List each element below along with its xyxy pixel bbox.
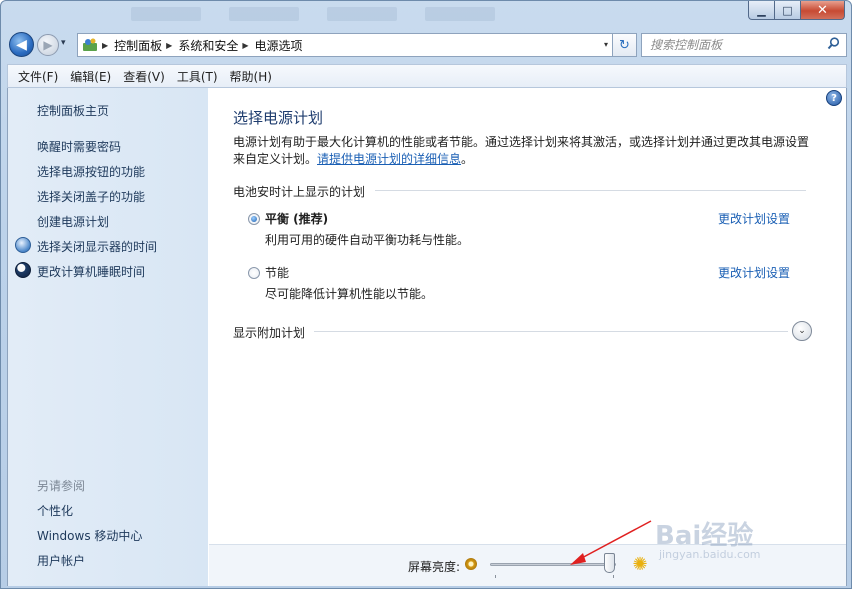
page-description: 电源计划有助于最大化计算机的性能或者节能。通过选择计划来将其激活，或选择计划并通… — [233, 134, 818, 168]
window-frame: ▁ □ ✕ ◀ ▶ ▾ ▶ 控制面板 ▶ 系统和安全 ▶ 电源选项 ▾ ↻ 搜索… — [0, 0, 852, 589]
sidebar-link-user-accounts[interactable]: 用户帐户 — [37, 552, 85, 569]
brightness-low-icon — [465, 558, 477, 570]
address-dropdown-icon[interactable]: ▾ — [604, 40, 608, 49]
watermark-logo: Bai经验 — [655, 521, 754, 551]
sleep-moon-icon — [15, 262, 31, 278]
menu-tools[interactable]: 工具(T) — [171, 68, 224, 85]
battery-plans-heading: 电池安时计上显示的计划 — [233, 185, 366, 199]
back-button[interactable]: ◀ — [9, 32, 34, 57]
see-also-heading: 另请参阅 — [37, 479, 86, 493]
breadcrumb-arrow-icon[interactable]: ▶ — [166, 41, 172, 50]
additional-plans-heading[interactable]: 显示附加计划 — [233, 324, 305, 341]
slider-tick — [613, 575, 614, 578]
sidebar-link-wake-password[interactable]: 唤醒时需要密码 — [37, 138, 121, 155]
menu-bar: 文件(F) 编辑(E) 查看(V) 工具(T) 帮助(H) — [7, 64, 847, 88]
radio-power-saver[interactable] — [248, 267, 260, 279]
taskbar-ghosts — [131, 7, 495, 25]
title-bar: ▁ □ ✕ — [1, 1, 851, 29]
breadcrumb-control-panel[interactable]: 控制面板 — [114, 37, 162, 54]
sidebar-link-power-button[interactable]: 选择电源按钮的功能 — [37, 163, 145, 180]
breadcrumb-system-security[interactable]: 系统和安全 — [178, 37, 238, 54]
divider — [375, 190, 806, 191]
plan-name-balanced[interactable]: 平衡 (推荐) — [265, 210, 328, 227]
address-bar[interactable]: ▶ 控制面板 ▶ 系统和安全 ▶ 电源选项 ▾ — [77, 33, 613, 57]
sidebar-link-mobility-center[interactable]: Windows 移动中心 — [37, 527, 142, 544]
maximize-button[interactable]: □ — [775, 1, 801, 20]
navigation-bar: ◀ ▶ ▾ ▶ 控制面板 ▶ 系统和安全 ▶ 电源选项 ▾ ↻ — [7, 31, 847, 59]
sidebar: 控制面板主页 唤醒时需要密码 选择电源按钮的功能 选择关闭盖子的功能 创建电源计… — [8, 88, 208, 586]
baidu-watermark: Bai经验 jingyan.baidu.com — [655, 515, 805, 567]
change-plan-settings-power-saver[interactable]: 更改计划设置 — [718, 264, 790, 281]
refresh-button[interactable]: ↻ — [613, 33, 637, 57]
menu-file[interactable]: 文件(F) — [12, 68, 64, 85]
sidebar-link-sleep[interactable]: 更改计算机睡眠时间 — [37, 263, 145, 280]
sidebar-home-link[interactable]: 控制面板主页 — [37, 102, 109, 119]
change-plan-settings-balanced[interactable]: 更改计划设置 — [718, 210, 790, 227]
menu-edit[interactable]: 编辑(E) — [64, 68, 117, 85]
main-panel: ? 选择电源计划 电源计划有助于最大化计算机的性能或者节能。通过选择计划来将其激… — [209, 88, 846, 586]
watermark-url: jingyan.baidu.com — [659, 548, 761, 561]
control-panel-icon — [82, 37, 98, 53]
search-box[interactable] — [641, 33, 847, 57]
expand-chevron-icon[interactable]: ⌄ — [792, 321, 812, 341]
sidebar-link-lid[interactable]: 选择关闭盖子的功能 — [37, 188, 145, 205]
window-controls: ▁ □ ✕ — [748, 1, 845, 20]
breadcrumb-arrow-icon[interactable]: ▶ — [242, 41, 248, 50]
sidebar-link-display-off[interactable]: 选择关闭显示器的时间 — [37, 238, 157, 255]
brightness-high-icon: ✺ — [632, 553, 648, 575]
search-icon[interactable] — [827, 37, 840, 54]
search-input[interactable] — [642, 35, 818, 55]
radio-balanced[interactable] — [248, 213, 260, 225]
divider — [314, 331, 788, 332]
display-clock-icon — [15, 237, 31, 253]
sidebar-link-personalize[interactable]: 个性化 — [37, 502, 73, 519]
forward-button[interactable]: ▶ — [37, 34, 59, 56]
plan-desc-power-saver: 尽可能降低计算机性能以节能。 — [265, 287, 434, 301]
description-end: 。 — [461, 152, 474, 166]
plan-details-link[interactable]: 请提供电源计划的详细信息 — [317, 152, 461, 166]
help-icon[interactable]: ? — [826, 90, 842, 106]
plan-desc-balanced: 利用可用的硬件自动平衡功耗与性能。 — [265, 233, 470, 247]
slider-tick — [495, 575, 496, 578]
recent-pages-dropdown[interactable]: ▾ — [61, 38, 66, 48]
page-title: 选择电源计划 — [233, 109, 324, 127]
brightness-slider[interactable] — [490, 563, 616, 566]
brightness-slider-thumb[interactable] — [604, 553, 616, 573]
menu-view[interactable]: 查看(V) — [117, 68, 171, 85]
minimize-button[interactable]: ▁ — [748, 1, 775, 20]
content-area: 控制面板主页 唤醒时需要密码 选择电源按钮的功能 选择关闭盖子的功能 创建电源计… — [7, 88, 847, 586]
breadcrumb-arrow-icon[interactable]: ▶ — [102, 41, 108, 50]
plan-name-power-saver[interactable]: 节能 — [265, 264, 289, 281]
brightness-label: 屏幕亮度: — [408, 560, 461, 574]
breadcrumb-power-options[interactable]: 电源选项 — [255, 37, 303, 54]
sidebar-link-create-plan[interactable]: 创建电源计划 — [37, 213, 109, 230]
close-button[interactable]: ✕ — [801, 1, 845, 20]
menu-help[interactable]: 帮助(H) — [224, 68, 278, 85]
